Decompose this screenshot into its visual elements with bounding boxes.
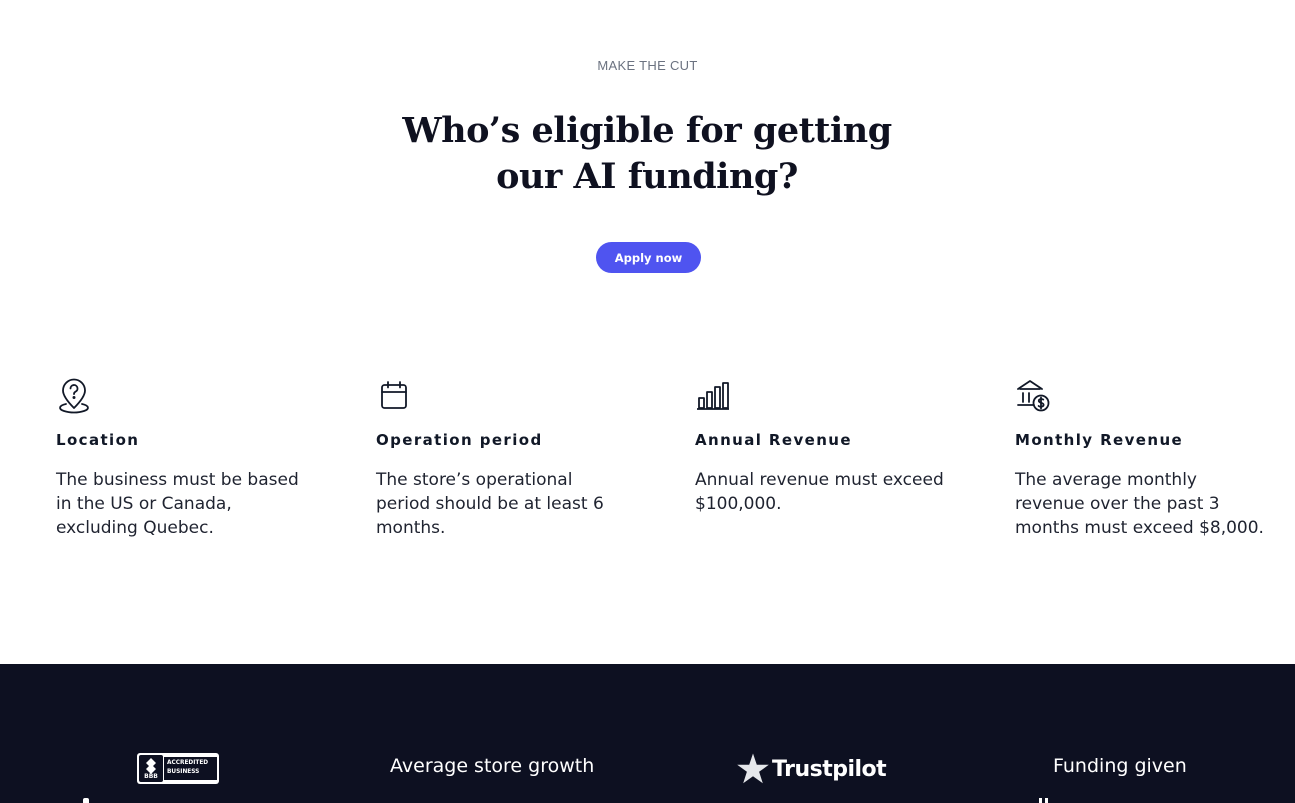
avg-store-growth-label: Average store growth bbox=[390, 755, 595, 777]
page-title-line-1: Who’s eligible for getting bbox=[402, 110, 892, 151]
eligibility-criteria: Location The business must be based in t… bbox=[0, 378, 1295, 578]
apply-now-button[interactable]: Apply now bbox=[596, 242, 701, 273]
criterion-title: Operation period bbox=[376, 431, 543, 449]
criterion-description: The average monthly revenue over the pas… bbox=[1015, 470, 1264, 538]
page-title: Who’s eligible for getting our AI fundin… bbox=[397, 108, 897, 200]
criterion-description: The business must be based in the US or … bbox=[56, 470, 299, 538]
location-pin-icon bbox=[56, 378, 92, 414]
bbb-badge-line1: ACCREDITED bbox=[167, 760, 209, 766]
bbb-badge-text: ACCREDITED BUSINESS bbox=[164, 757, 217, 780]
calendar-icon bbox=[376, 378, 412, 414]
bbb-seal-text: BBB bbox=[144, 773, 158, 780]
bbb-badge-line2: BUSINESS bbox=[167, 769, 200, 775]
bbb-seal-icon: BBB bbox=[139, 755, 163, 782]
eyebrow-label: MAKE THE CUT bbox=[597, 58, 698, 73]
criterion-title: Annual Revenue bbox=[695, 431, 852, 449]
trustpilot-logo[interactable]: Trustpilot bbox=[736, 752, 887, 786]
trust-bar: BBB ACCREDITED BUSINESS Average store gr… bbox=[0, 664, 1295, 803]
page-title-line-2: our AI funding? bbox=[496, 156, 798, 197]
funding-given-label: Funding given bbox=[1053, 755, 1187, 777]
bar-chart-icon bbox=[695, 378, 731, 414]
clipped-content bbox=[1045, 798, 1048, 803]
trustpilot-wordmark: Trustpilot bbox=[772, 756, 887, 782]
criterion-title: Location bbox=[56, 431, 140, 449]
star-icon bbox=[737, 753, 769, 784]
criterion-description: The store’s operational period should be… bbox=[376, 470, 604, 538]
clipped-content bbox=[83, 798, 89, 803]
criterion-description: Annual revenue must exceed $100,000. bbox=[695, 470, 944, 514]
criterion-title: Monthly Revenue bbox=[1015, 431, 1184, 449]
clipped-content bbox=[1039, 798, 1042, 803]
bbb-accredited-logo[interactable]: BBB ACCREDITED BUSINESS bbox=[137, 753, 219, 784]
bank-dollar-icon bbox=[1015, 378, 1051, 414]
